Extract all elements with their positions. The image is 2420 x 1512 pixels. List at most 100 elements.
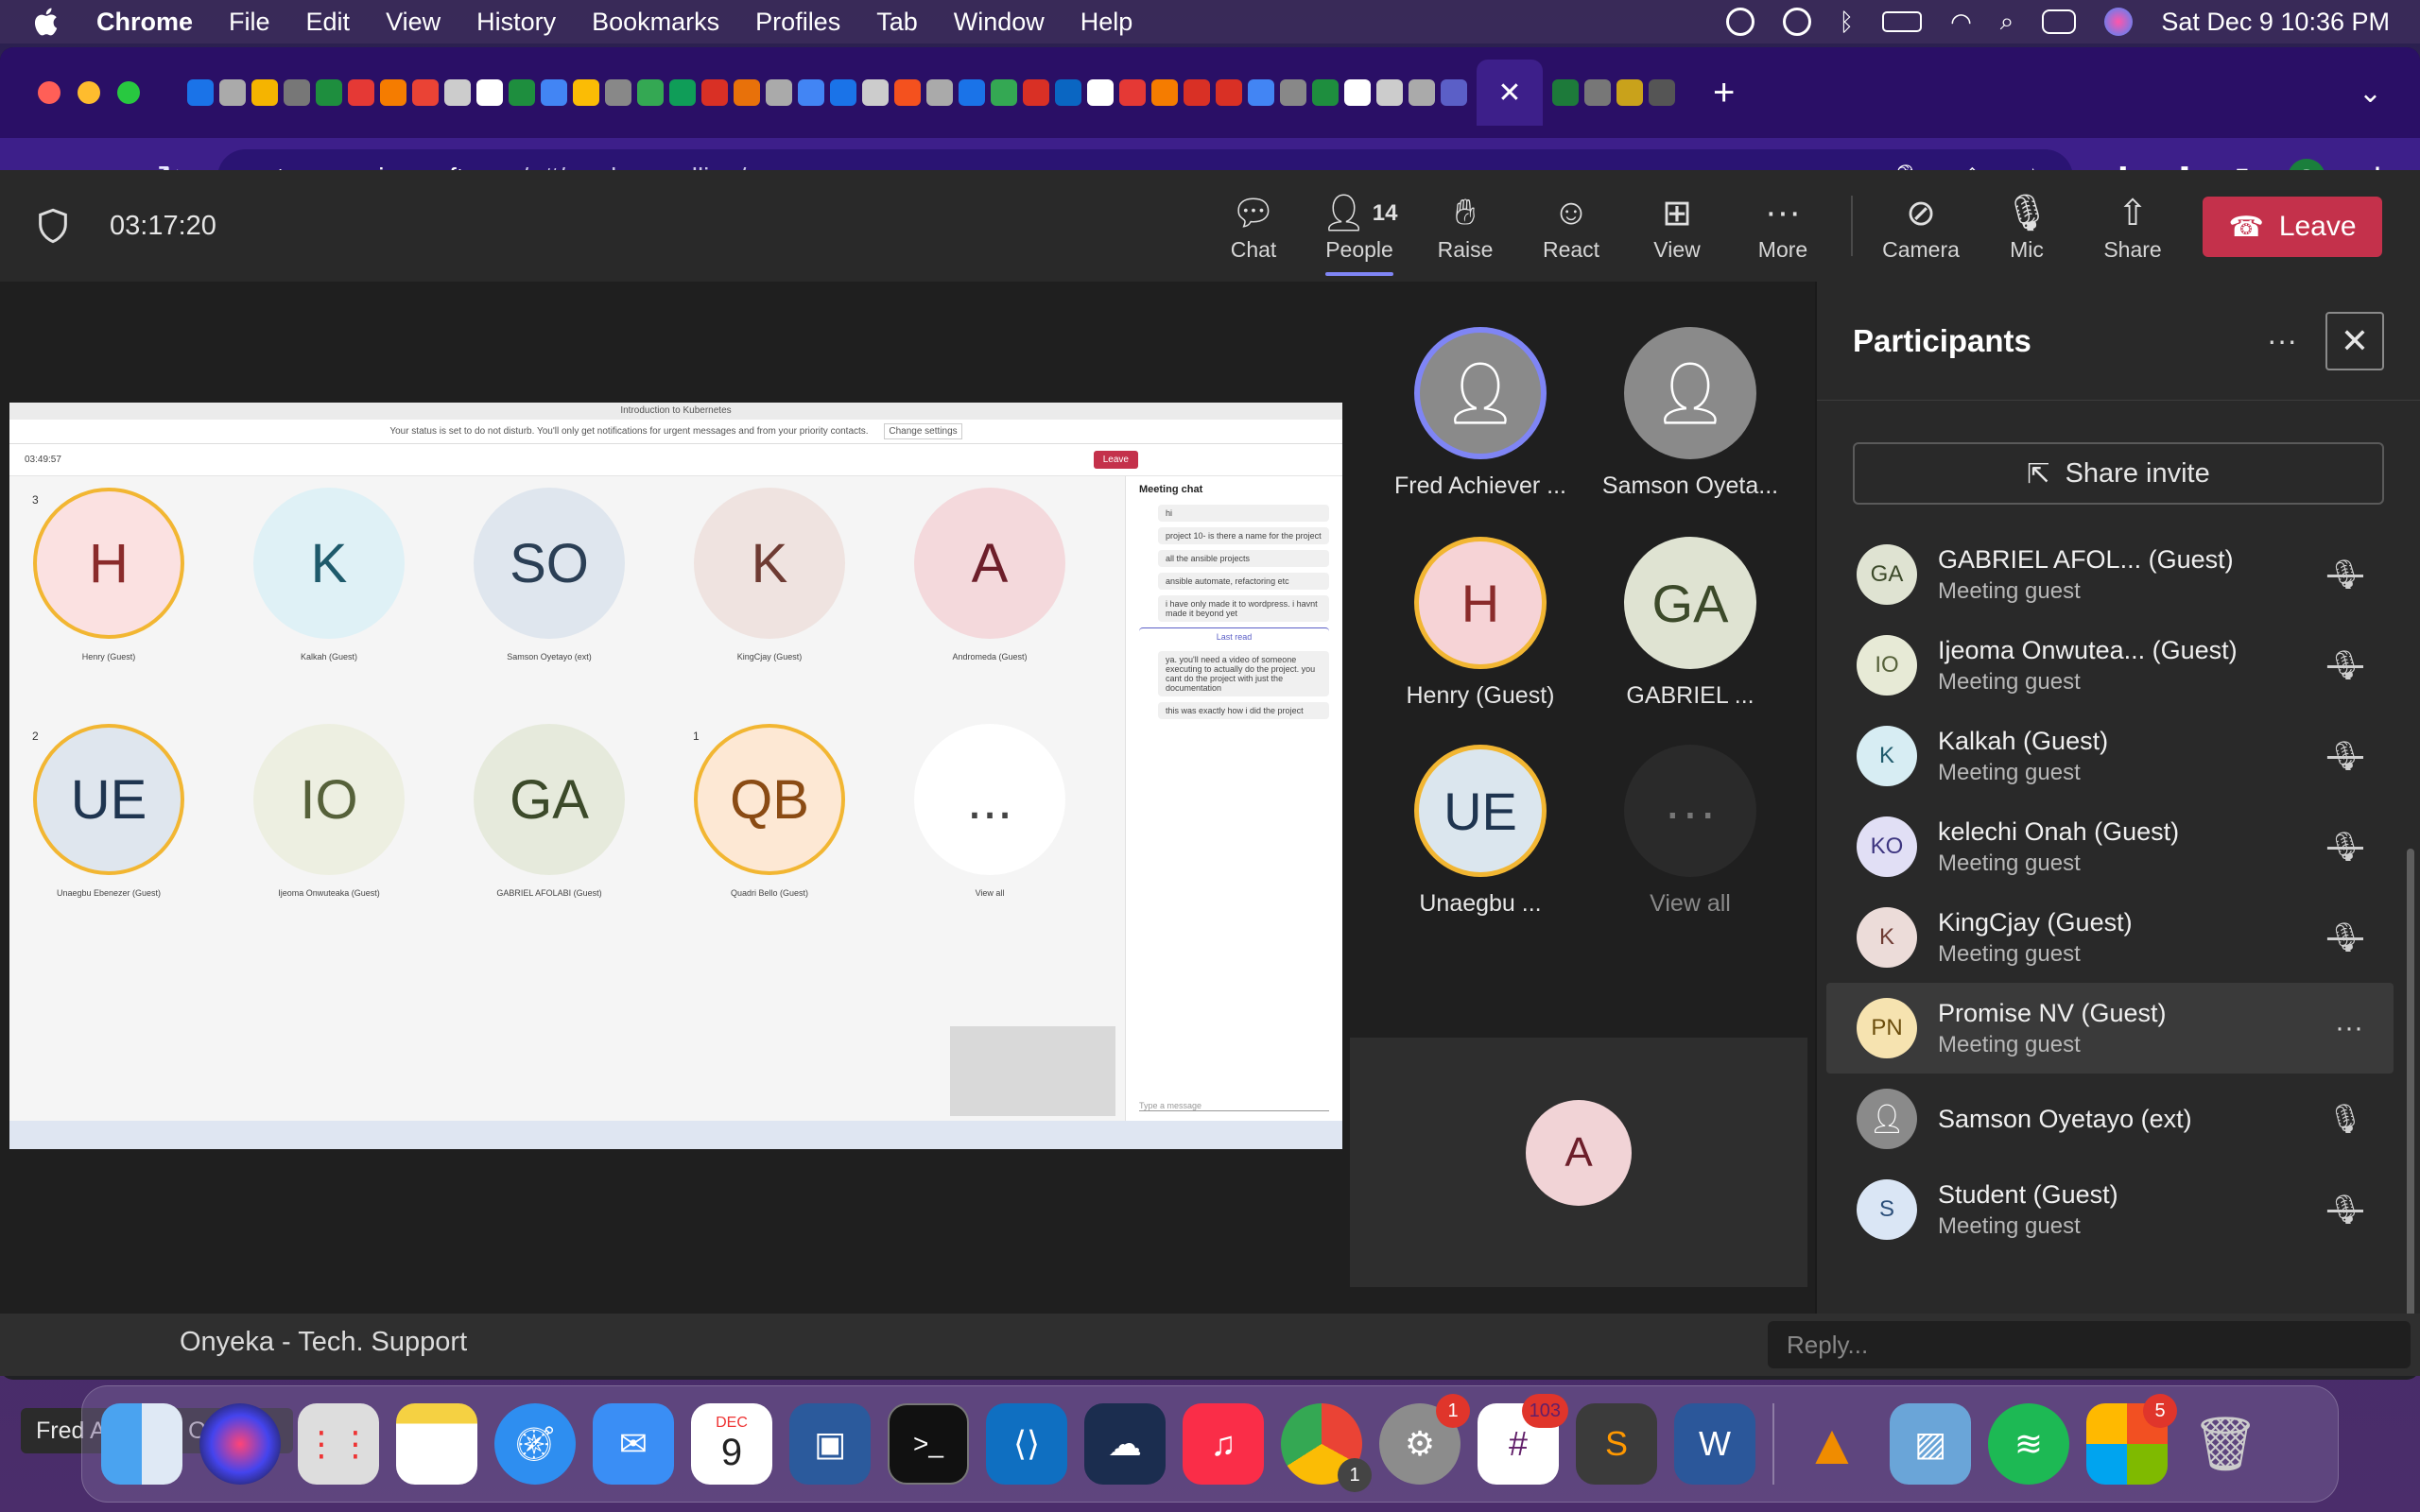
mic-muted-icon[interactable]: 🎙︎ <box>2327 740 2363 773</box>
menu-file[interactable]: File <box>229 8 270 37</box>
tab-favicon[interactable] <box>1087 79 1114 106</box>
siri-icon[interactable] <box>199 1403 281 1485</box>
siri-icon[interactable] <box>2104 8 2134 36</box>
sublime-text-icon[interactable]: S <box>1576 1403 1657 1485</box>
tab-favicon[interactable] <box>1409 79 1435 106</box>
tab-favicon[interactable] <box>1151 79 1178 106</box>
share-invite-button[interactable]: ⇱ Share invite <box>1853 442 2384 505</box>
tab-favicon[interactable] <box>1344 79 1371 106</box>
notes-icon[interactable] <box>396 1403 477 1485</box>
close-window-button[interactable] <box>38 81 60 104</box>
menu-help[interactable]: Help <box>1080 8 1133 37</box>
apple-menu-icon[interactable] <box>30 5 64 39</box>
tab-favicon[interactable] <box>1376 79 1403 106</box>
mail-icon[interactable]: ✉ <box>593 1403 674 1485</box>
tab-favicon[interactable] <box>1184 79 1210 106</box>
mic-muted-icon[interactable]: 🎙︎ <box>2327 921 2363 954</box>
slack-icon[interactable]: # 103 <box>1478 1394 1568 1485</box>
tab-favicon[interactable] <box>444 79 471 106</box>
spotify-icon[interactable]: ≋ <box>1988 1403 2069 1485</box>
participants-scrollbar[interactable] <box>2407 849 2414 1321</box>
shield-icon[interactable] <box>34 207 72 245</box>
view-button[interactable]: ⊞ View <box>1624 170 1730 282</box>
tab-favicon[interactable] <box>701 79 728 106</box>
tab-favicon[interactable] <box>894 79 921 106</box>
participant-row[interactable]: 👤︎ Samson Oyetayo (ext) 🎙︎ <box>1817 1074 2403 1164</box>
system-settings-icon[interactable]: ⚙ 1 <box>1379 1394 1470 1485</box>
mic-on-icon[interactable]: 🎙︎ <box>2327 1103 2363 1136</box>
battery-icon[interactable] <box>1882 11 1923 32</box>
launchpad-icon[interactable]: ⋮⋮ <box>298 1403 379 1485</box>
tab-favicon[interactable] <box>637 79 664 106</box>
tab-favicon[interactable] <box>734 79 760 106</box>
gallery-tile[interactable]: GA GABRIEL ... <box>1586 537 1794 710</box>
menu-window[interactable]: Window <box>954 8 1045 37</box>
vscode-icon[interactable]: ⟨⟩ <box>986 1403 1067 1485</box>
search-icon[interactable]: ⌕ <box>2000 7 2014 37</box>
tab-favicon[interactable] <box>1584 79 1611 106</box>
tab-favicon[interactable] <box>1216 79 1242 106</box>
participants-more-icon[interactable]: ··· <box>2267 323 2297 358</box>
participant-row[interactable]: IO Ijeoma Onwutea... (Guest) Meeting guest… <box>1817 620 2403 711</box>
tab-favicon[interactable] <box>348 79 374 106</box>
new-tab-button[interactable]: + <box>1713 72 1735 114</box>
tab-favicon[interactable] <box>316 79 342 106</box>
bluetooth-icon[interactable]: ᛒ <box>1840 8 1855 37</box>
menu-clock[interactable]: Sat Dec 9 10:36 PM <box>2161 8 2390 37</box>
tab-favicon[interactable] <box>1280 79 1306 106</box>
control-center-icon[interactable] <box>2042 9 2077 34</box>
more-options-icon[interactable]: ··· <box>2335 1012 2363 1044</box>
people-button[interactable]: 👤︎ 14 People <box>1306 170 1412 282</box>
tab-favicon[interactable] <box>509 79 535 106</box>
gallery-tile[interactable]: 👤︎ Fred Achiever ... <box>1376 327 1584 500</box>
cloud-app-icon[interactable]: ☁ <box>1084 1403 1166 1485</box>
tab-favicon[interactable] <box>1552 79 1579 106</box>
mic-muted-icon[interactable]: 🎙︎ <box>2327 558 2363 592</box>
tab-favicon[interactable] <box>798 79 824 106</box>
camera-button[interactable]: ⊘ Camera <box>1868 170 1974 282</box>
tab-favicon[interactable] <box>1649 79 1675 106</box>
participant-row[interactable]: K Kalkah (Guest) Meeting guest 🎙︎ <box>1817 711 2403 801</box>
tab-favicon[interactable] <box>541 79 567 106</box>
tab-search-chevron-icon[interactable]: ⌄ <box>2359 77 2382 110</box>
tab-favicon[interactable] <box>251 79 278 106</box>
menu-view[interactable]: View <box>386 8 441 37</box>
menu-profiles[interactable]: Profiles <box>755 8 840 37</box>
virtualbox-icon[interactable]: ▣ <box>789 1403 871 1485</box>
participant-row[interactable]: S Student (Guest) Meeting guest 🎙︎ <box>1817 1164 2403 1255</box>
tab-favicon[interactable] <box>959 79 985 106</box>
minimize-window-button[interactable] <box>78 81 100 104</box>
finder-icon[interactable] <box>101 1403 182 1485</box>
tab-favicon[interactable] <box>1023 79 1049 106</box>
mic-button[interactable]: 🎙︎ Mic <box>1974 170 2080 282</box>
app-menu-chrome[interactable]: Chrome <box>96 8 193 37</box>
chat-button[interactable]: 💬︎ Chat <box>1201 170 1306 282</box>
creative-cloud-icon[interactable] <box>1725 8 1754 36</box>
tab-favicon[interactable] <box>284 79 310 106</box>
menu-tab[interactable]: Tab <box>876 8 918 37</box>
tab-favicon[interactable] <box>669 79 696 106</box>
office-icon[interactable]: 5 <box>2086 1394 2177 1485</box>
tab-favicon[interactable] <box>1312 79 1339 106</box>
tab-favicon[interactable] <box>991 79 1017 106</box>
more-button[interactable]: ··· More <box>1730 170 1836 282</box>
chrome-icon[interactable]: 1 <box>1281 1403 1372 1492</box>
calendar-icon[interactable]: DEC 9 <box>691 1403 772 1485</box>
tab-favicon[interactable] <box>380 79 406 106</box>
participant-row[interactable]: PN Promise NV (Guest) Meeting guest ··· <box>1826 983 2394 1074</box>
spotlight-tile[interactable]: A <box>1350 1038 1807 1287</box>
preview-icon[interactable]: ▨ <box>1890 1403 1971 1485</box>
tab-favicon[interactable] <box>830 79 856 106</box>
leave-button[interactable]: ☎︎ Leave <box>2203 197 2382 257</box>
share-button[interactable]: ⇧ Share <box>2080 170 2186 282</box>
tab-favicon[interactable] <box>1441 79 1467 106</box>
mic-muted-icon[interactable]: 🎙︎ <box>2327 831 2363 864</box>
gallery-tile[interactable]: ··· View all <box>1586 745 1794 918</box>
menu-history[interactable]: History <box>476 8 556 37</box>
tab-favicon[interactable] <box>766 79 792 106</box>
tab-favicon[interactable] <box>1055 79 1081 106</box>
tab-favicon[interactable] <box>1616 79 1643 106</box>
zoom-window-button[interactable] <box>117 81 140 104</box>
tab-favicon[interactable] <box>187 79 214 106</box>
react-button[interactable]: ☺ React <box>1518 170 1624 282</box>
